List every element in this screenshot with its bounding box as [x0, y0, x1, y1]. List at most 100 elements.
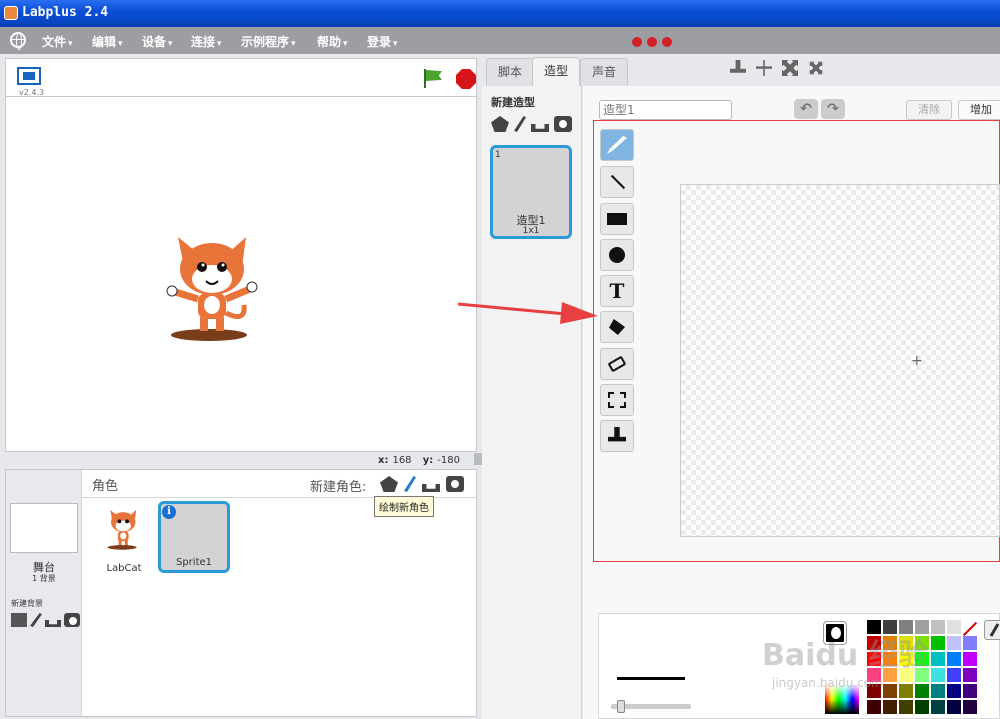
color-swatch[interactable]: [899, 684, 913, 698]
add-button[interactable]: 增加: [958, 100, 1000, 120]
labcat-sprite[interactable]: [164, 227, 264, 347]
sprite-name: Sprite1: [175, 557, 213, 568]
delete-icon[interactable]: [756, 60, 772, 76]
undo-button[interactable]: ↶: [794, 99, 818, 119]
menu-edit[interactable]: 编辑 ▾: [92, 33, 123, 50]
fullscreen-icon[interactable]: [17, 67, 41, 85]
select-tool[interactable]: [600, 384, 634, 416]
color-swatch[interactable]: [931, 620, 945, 634]
color-swatch[interactable]: [947, 684, 961, 698]
menu-help[interactable]: 帮助 ▾: [317, 33, 348, 50]
costume-list: 新建造型 1 造型1 1x1: [482, 86, 582, 719]
color-swatch[interactable]: [963, 636, 977, 650]
tab-scripts[interactable]: 脚本: [486, 58, 534, 86]
transparent-color-icon[interactable]: [963, 622, 977, 636]
color-swatch[interactable]: [947, 668, 961, 682]
x-label: x:: [378, 455, 389, 466]
menu-connect[interactable]: 连接 ▾: [191, 33, 222, 50]
rectangle-tool[interactable]: [600, 203, 634, 235]
menu-device[interactable]: 设备 ▾: [142, 33, 173, 50]
menu-bar: 文件 ▾ 编辑 ▾ 设备 ▾ 连接 ▾ 示例程序 ▾ 帮助 ▾ 登录 ▾: [0, 27, 1000, 54]
sprite-card-sprite1[interactable]: i Sprite1: [158, 501, 230, 573]
color-swatch[interactable]: [947, 700, 961, 714]
stamp-tool[interactable]: [600, 420, 634, 452]
mouse-coordinates: x: 168 y: -180: [378, 455, 460, 466]
color-swatch[interactable]: [931, 652, 945, 666]
color-swatch[interactable]: [931, 700, 945, 714]
color-swatch[interactable]: [931, 684, 945, 698]
costume-library-icon[interactable]: [491, 116, 509, 132]
color-swatch[interactable]: [963, 652, 977, 666]
collapse-stage-handle[interactable]: [474, 453, 482, 465]
menu-examples[interactable]: 示例程序 ▾: [241, 33, 296, 50]
line-tool[interactable]: [600, 166, 634, 198]
clear-button[interactable]: 清除: [906, 100, 952, 120]
color-swatch[interactable]: [947, 652, 961, 666]
paint-canvas[interactable]: +: [680, 184, 1000, 537]
grow-icon[interactable]: [782, 60, 798, 76]
menu-file[interactable]: 文件 ▾: [42, 33, 73, 50]
tab-costumes[interactable]: 造型: [532, 57, 580, 87]
menu-login[interactable]: 登录 ▾: [367, 33, 398, 50]
image-icon[interactable]: [11, 613, 27, 627]
menu-label: 设备: [142, 35, 167, 49]
globe-icon[interactable]: [10, 32, 26, 50]
rectangle-icon: [607, 213, 627, 225]
stage-header: v2.4.3: [5, 58, 477, 97]
paint-brush-icon[interactable]: [30, 613, 42, 627]
line-width-slider[interactable]: [611, 700, 691, 713]
color-swatch[interactable]: [947, 636, 961, 650]
upload-icon[interactable]: [422, 484, 440, 492]
ellipse-tool[interactable]: [600, 239, 634, 271]
camera-icon[interactable]: [554, 116, 572, 132]
center-marker: +: [911, 353, 923, 369]
paint-brush-icon[interactable]: [404, 476, 416, 492]
red-arrow-annotation: [458, 302, 598, 324]
costume-thumbnail[interactable]: 1 造型1 1x1: [490, 145, 572, 239]
duplicate-icon[interactable]: [730, 60, 746, 73]
camera-icon[interactable]: [64, 613, 80, 627]
sprite-transform-tools: [730, 60, 824, 76]
eraser-tool[interactable]: [600, 348, 634, 380]
info-icon[interactable]: i: [162, 505, 176, 519]
upload-icon[interactable]: [45, 620, 61, 627]
color-swatch[interactable]: [915, 684, 929, 698]
slider-knob[interactable]: [617, 700, 625, 713]
labcat-thumbnail: [107, 509, 137, 550]
upload-icon[interactable]: [531, 124, 549, 132]
stage-canvas[interactable]: [5, 96, 477, 452]
new-costume-title: 新建造型: [491, 96, 535, 109]
shrink-icon[interactable]: [809, 61, 823, 75]
text-icon: T: [609, 279, 625, 303]
sprite-library-icon[interactable]: [380, 476, 398, 492]
costume-name-input[interactable]: [599, 100, 732, 120]
color-swatch[interactable]: [931, 668, 945, 682]
fill-tool[interactable]: [600, 311, 634, 343]
color-swatch[interactable]: [915, 700, 929, 714]
sprite-card-labcat[interactable]: LabCat: [88, 504, 160, 576]
tab-sounds[interactable]: 声音: [580, 58, 628, 86]
color-swatch[interactable]: [883, 684, 897, 698]
backdrop-count: 1 背景: [32, 574, 56, 583]
stop-icon[interactable]: [456, 69, 476, 89]
eyedropper-icon[interactable]: [984, 620, 1000, 640]
color-swatch[interactable]: [963, 668, 977, 682]
redo-button[interactable]: ↷: [821, 99, 845, 119]
stage-thumbnail[interactable]: [10, 503, 78, 553]
color-swatch[interactable]: [963, 684, 977, 698]
green-flag-icon[interactable]: [424, 69, 444, 89]
paint-brush-icon[interactable]: [514, 116, 526, 132]
color-swatch[interactable]: [899, 700, 913, 714]
color-swatch[interactable]: [947, 620, 961, 634]
sprite-panel-header: 角色 新建角色:: [82, 470, 476, 498]
menu-label: 连接: [191, 35, 216, 49]
menu-label: 示例程序: [241, 35, 290, 49]
color-swatch[interactable]: [883, 700, 897, 714]
text-tool[interactable]: T: [600, 275, 634, 307]
color-swatch[interactable]: [931, 636, 945, 650]
color-swatch[interactable]: [867, 700, 881, 714]
camera-icon[interactable]: [446, 476, 464, 492]
chevron-down-icon: ▾: [393, 39, 398, 49]
color-swatch[interactable]: [963, 700, 977, 714]
brush-tool[interactable]: [600, 129, 634, 161]
